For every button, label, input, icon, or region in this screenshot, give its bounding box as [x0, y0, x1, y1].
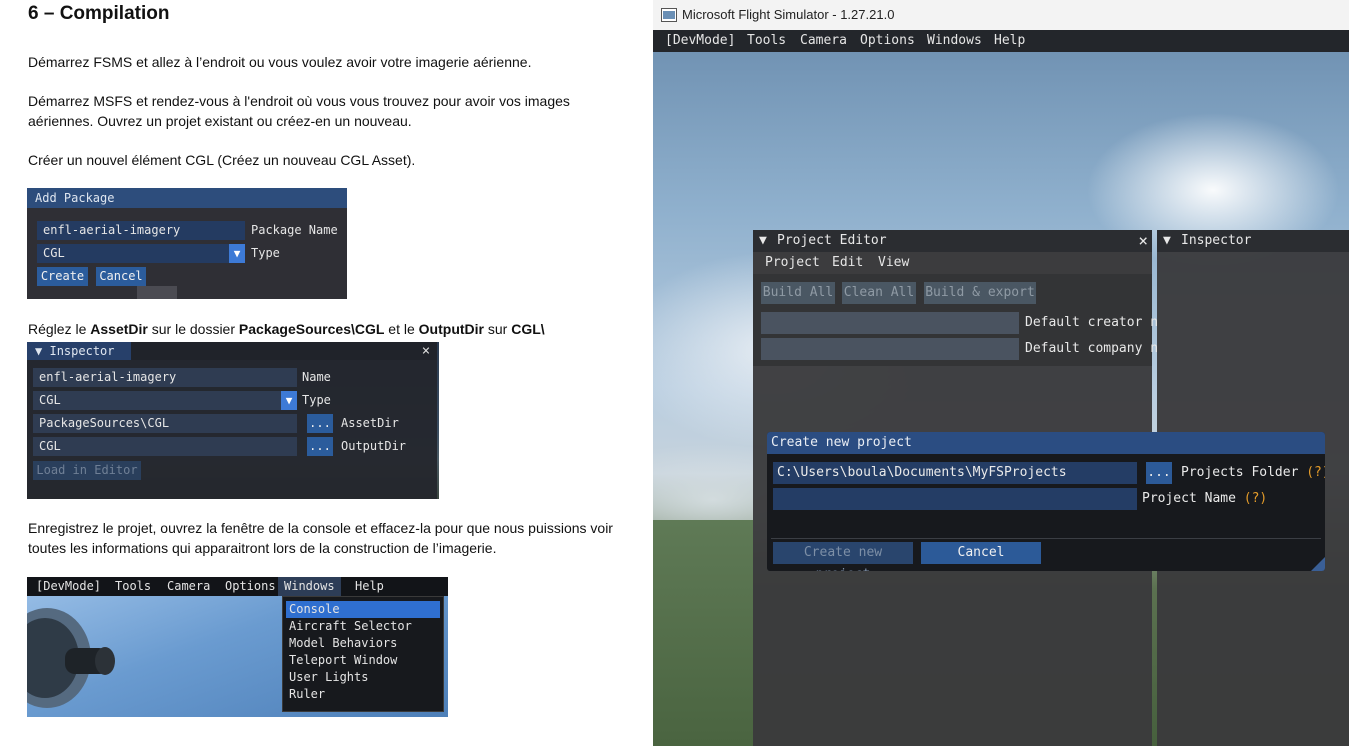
menu-options[interactable]: Options: [860, 30, 915, 52]
window-titlebar: Microsoft Flight Simulator - 1.27.21.0: [653, 0, 1349, 30]
outputdir-field: CGL: [33, 437, 297, 456]
sim-menu-bar[interactable]: [DevMode] Tools Camera Options Windows H…: [653, 30, 1349, 52]
collapse-arrow-icon: ▼: [35, 344, 43, 358]
dropdown-arrow-icon: ▼: [229, 244, 245, 263]
paragraph-5-line-1: Enregistrez le projet, ouvrez la fenêtre…: [28, 520, 613, 536]
inspector-title: Inspector: [1181, 233, 1252, 248]
paragraph-2-line-1: Démarrez MSFS et rendez-vous à l'endroit…: [28, 93, 570, 109]
type-label: Type: [302, 393, 331, 407]
cancel-button: Cancel: [96, 267, 146, 286]
windows-dropdown: Console Aircraft Selector Model Behavior…: [282, 596, 444, 712]
help-icon[interactable]: (?): [1244, 491, 1267, 506]
collapse-arrow-icon[interactable]: ▼: [759, 230, 767, 252]
project-editor-menu: Project Edit View: [753, 252, 1152, 274]
paragraph-5-line-2: toutes les informations qui apparaitront…: [28, 540, 497, 556]
browse-button[interactable]: ...: [1146, 462, 1172, 484]
default-creator-label: Default creator n: [1025, 315, 1159, 330]
project-editor-titlebar: ▼ Project Editor ×: [753, 230, 1152, 252]
assetdir-browse-button: ...: [307, 414, 333, 433]
menu-view[interactable]: View: [878, 252, 909, 274]
menu-camera[interactable]: Camera: [800, 30, 847, 52]
cancel-button[interactable]: Cancel: [921, 542, 1041, 564]
menu-devmode[interactable]: [DevMode]: [665, 30, 735, 52]
window-title: Microsoft Flight Simulator - 1.27.21.0: [682, 7, 895, 22]
paragraph-4: Réglez le AssetDir sur le dossier Packag…: [28, 321, 545, 337]
close-icon: ×: [421, 343, 431, 359]
menu-project[interactable]: Project: [765, 252, 820, 274]
load-in-editor-button: Load in Editor: [33, 461, 141, 480]
create-project-button[interactable]: Create new project: [773, 542, 913, 571]
default-creator-field[interactable]: [761, 312, 1019, 334]
section-heading: 6 – Compilation: [28, 3, 170, 24]
project-name-field[interactable]: [773, 488, 1137, 510]
outputdir-browse-button: ...: [307, 437, 333, 456]
name-label: Name: [302, 370, 331, 384]
assetdir-field: PackageSources\CGL: [33, 414, 297, 433]
inspector-titlebar: ▼ Inspector: [1157, 230, 1349, 252]
create-button: Create: [37, 267, 88, 286]
project-name-label: Project Name (?): [1142, 491, 1268, 506]
flight-simulator-window: Microsoft Flight Simulator - 1.27.21.0 […: [653, 0, 1349, 746]
sim-menu-bar-screenshot: [DevMode] Tools Camera Options Windows H…: [27, 577, 448, 596]
clean-all-button[interactable]: Clean All: [842, 282, 916, 304]
type-select: CGL: [37, 244, 229, 263]
collapse-arrow-icon[interactable]: ▼: [1163, 230, 1171, 252]
paragraph-2-line-2: aériennes. Ouvrez un projet existant ou …: [28, 113, 412, 129]
menu-item-aircraft-selector: Aircraft Selector: [289, 619, 412, 633]
package-name-label: Package Name: [251, 223, 338, 237]
menu-item-user-lights: User Lights: [289, 670, 369, 684]
create-project-dialog: Create new project C:\Users\boula\Docume…: [767, 432, 1325, 571]
menu-windows[interactable]: Windows: [927, 30, 982, 52]
name-field: enfl-aerial-imagery: [33, 368, 297, 387]
menu-help[interactable]: Help: [994, 30, 1025, 52]
inspector-title: ▼ Inspector: [27, 342, 131, 360]
camera-joystick-icon: [27, 608, 115, 708]
windows-menu-screenshot: [DevMode] Tools Camera Options Windows H…: [27, 577, 448, 717]
add-package-screenshot: Add Package enfl-aerial-imagery Package …: [27, 188, 347, 299]
dialog-title: Create new project: [767, 432, 1325, 454]
paragraph-3: Créer un nouvel élément CGL (Créez un no…: [28, 152, 416, 168]
app-icon: [661, 8, 677, 22]
document-page: 6 – Compilation Démarrez FSMS et allez à…: [0, 0, 650, 746]
menu-item-ruler: Ruler: [289, 687, 326, 701]
inspector-screenshot: ▼ Inspector × enfl-aerial-imagery Name C…: [27, 342, 439, 499]
menu-tools[interactable]: Tools: [747, 30, 786, 52]
outputdir-label: OutputDir: [341, 439, 407, 453]
projects-folder-label: Projects Folder (?): [1181, 462, 1325, 484]
build-export-button[interactable]: Build & export: [924, 282, 1036, 304]
close-icon[interactable]: ×: [1138, 230, 1148, 252]
menu-item-model-behaviors: Model Behaviors: [289, 636, 398, 650]
build-all-button[interactable]: Build All: [761, 282, 835, 304]
default-company-field[interactable]: [761, 338, 1019, 360]
divider: [771, 538, 1321, 539]
type-select: CGL: [33, 391, 281, 410]
dropdown-arrow-icon: ▼: [281, 391, 297, 410]
menu-item-console: Console: [286, 601, 440, 618]
default-company-label: Default company n: [1025, 341, 1159, 356]
help-icon[interactable]: (?): [1306, 465, 1325, 480]
projects-folder-field[interactable]: C:\Users\boula\Documents\MyFSProjects: [773, 462, 1137, 484]
resize-grip-icon[interactable]: [1311, 557, 1325, 571]
menu-item-teleport-window: Teleport Window: [289, 653, 398, 667]
package-name-field: enfl-aerial-imagery: [37, 221, 245, 240]
paragraph-1: Démarrez FSMS et allez à l’endroit ou vo…: [28, 54, 532, 70]
menu-edit[interactable]: Edit: [832, 252, 863, 274]
project-editor-title: Project Editor: [777, 233, 887, 248]
assetdir-label: AssetDir: [341, 416, 399, 430]
add-package-title: Add Package: [27, 188, 347, 208]
type-label: Type: [251, 246, 280, 260]
